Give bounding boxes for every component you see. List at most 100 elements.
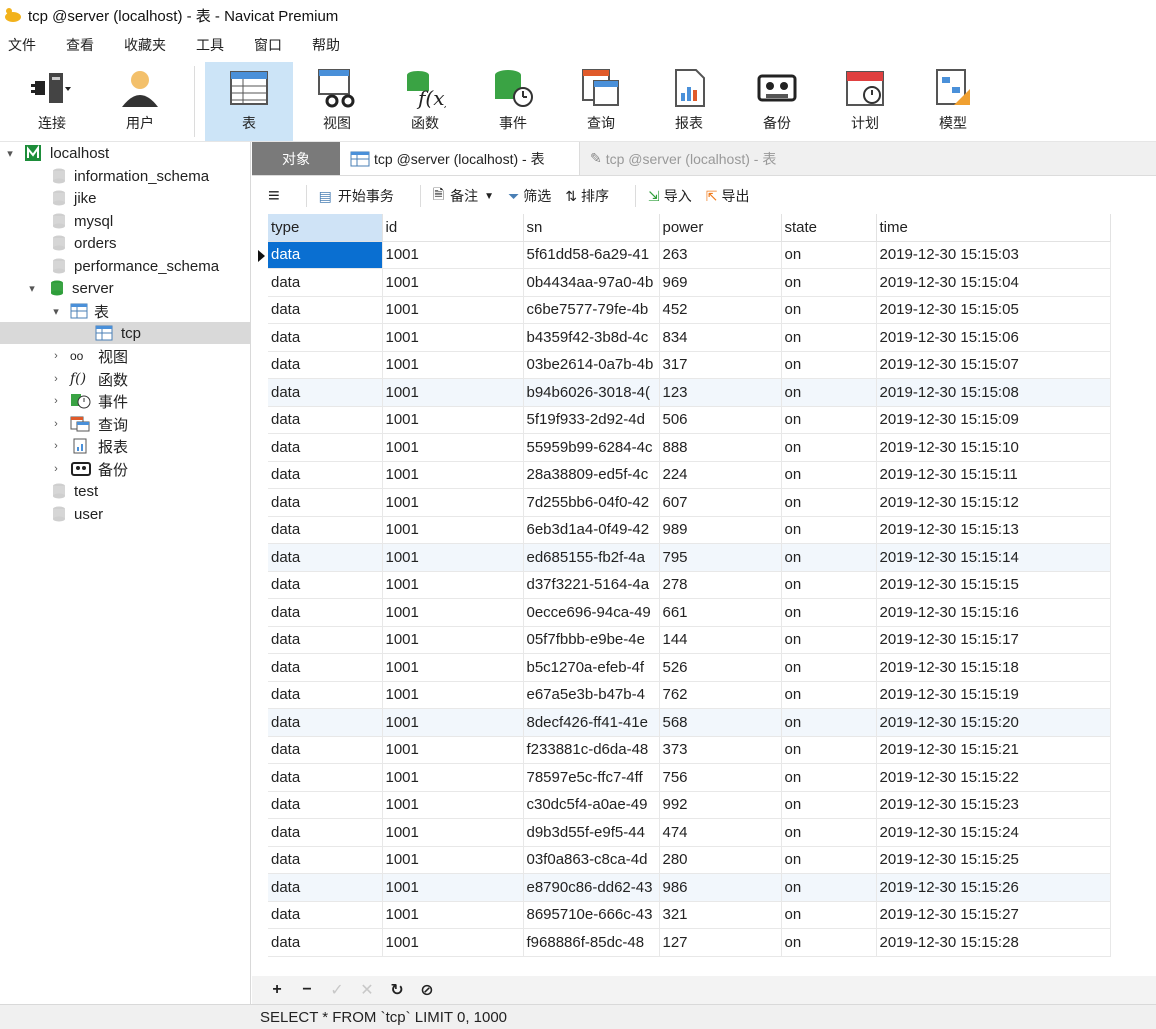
table-cell-state[interactable]: on <box>781 681 877 709</box>
table-cell-type[interactable]: data <box>268 653 383 682</box>
menu-view[interactable]: 查看 <box>66 35 108 55</box>
table-cell-id[interactable]: 1001 <box>382 626 524 654</box>
table-cell-sn[interactable]: f968886f-85dc-48 <box>523 928 660 957</box>
table-cell-sn[interactable]: f233881c-d6da-48 <box>523 736 660 764</box>
table-cell-id[interactable]: 1001 <box>382 681 524 709</box>
table-row[interactable]: data 1001 e8790c86-dd62-43 986 on 2019-12-30 … <box>268 873 1111 902</box>
table-cell-id[interactable]: 1001 <box>382 708 524 737</box>
table-cell-id[interactable]: 1001 <box>382 378 524 407</box>
table-row[interactable]: data 1001 0b4434aa-97a0-4b 969 on 2019-12-30 … <box>268 268 1111 297</box>
table-cell-time[interactable]: 2019-12-30 15:15:03 <box>876 241 1111 269</box>
table-cell-sn[interactable]: 5f61dd58-6a29-41 <box>523 241 660 269</box>
import-button[interactable]: ⇲ 导入 <box>648 186 692 206</box>
table-cell-type[interactable]: data <box>268 516 383 544</box>
table-cell-state[interactable]: on <box>781 873 877 902</box>
table-cell-state[interactable]: on <box>781 241 877 269</box>
table-cell-time[interactable]: 2019-12-30 15:15:07 <box>876 351 1111 379</box>
table-cell-state[interactable]: on <box>781 351 877 379</box>
tab-tcp-design[interactable]: ✎ tcp @server (localhost) - 表 <box>580 142 840 175</box>
table-cell-time[interactable]: 2019-12-30 15:15:14 <box>876 543 1111 572</box>
column-header-state[interactable]: state <box>781 214 877 242</box>
tree-connection-localhost[interactable]: ▾ localhost <box>0 142 250 164</box>
column-header-id[interactable]: id <box>382 214 524 242</box>
table-cell-id[interactable]: 1001 <box>382 763 524 792</box>
table-cell-id[interactable]: 1001 <box>382 873 524 902</box>
table-cell-type[interactable]: data <box>268 351 383 379</box>
table-cell-id[interactable]: 1001 <box>382 461 524 489</box>
tree-db-mysql[interactable]: mysql <box>0 210 250 232</box>
menu-tools[interactable]: 工具 <box>196 35 238 55</box>
tab-tcp-table[interactable]: tcp @server (localhost) - 表 <box>340 142 580 175</box>
table-cell-type[interactable]: data <box>268 818 383 847</box>
table-cell-power[interactable]: 888 <box>659 433 782 462</box>
chevron-right-icon[interactable]: › <box>50 418 62 430</box>
table-row[interactable]: data 1001 e67a5e3b-b47b-4 762 on 2019-12-30 1… <box>268 681 1111 709</box>
table-cell-id[interactable]: 1001 <box>382 736 524 764</box>
column-header-type[interactable]: type <box>268 214 383 242</box>
table-cell-time[interactable]: 2019-12-30 15:15:27 <box>876 901 1111 929</box>
table-cell-state[interactable]: on <box>781 818 877 847</box>
table-cell-id[interactable]: 1001 <box>382 791 524 819</box>
table-cell-time[interactable]: 2019-12-30 15:15:20 <box>876 708 1111 737</box>
table-row[interactable]: data 1001 d9b3d55f-e9f5-44 474 on 2019-12-30 … <box>268 818 1111 847</box>
table-cell-state[interactable]: on <box>781 928 877 957</box>
table-cell-time[interactable]: 2019-12-30 15:15:28 <box>876 928 1111 957</box>
table-row[interactable]: data 1001 7d255bb6-04f0-42 607 on 2019-12-30 … <box>268 488 1111 517</box>
tree-db-server[interactable]: ▾ server <box>0 277 250 299</box>
user-button[interactable]: 用户 <box>96 62 184 141</box>
table-cell-power[interactable]: 568 <box>659 708 782 737</box>
table-cell-type[interactable]: data <box>268 406 383 434</box>
table-cell-power[interactable]: 756 <box>659 763 782 792</box>
table-cell-state[interactable]: on <box>781 516 877 544</box>
table-cell-id[interactable]: 1001 <box>382 351 524 379</box>
table-cell-state[interactable]: on <box>781 543 877 572</box>
table-cell-time[interactable]: 2019-12-30 15:15:18 <box>876 653 1111 682</box>
table-cell-sn[interactable]: b5c1270a-efeb-4f <box>523 653 660 682</box>
table-cell-id[interactable]: 1001 <box>382 296 524 324</box>
table-cell-type[interactable]: data <box>268 708 383 737</box>
table-cell-time[interactable]: 2019-12-30 15:15:10 <box>876 433 1111 462</box>
table-cell-power[interactable]: 607 <box>659 488 782 517</box>
table-cell-sn[interactable]: 03f0a863-c8ca-4d <box>523 846 660 874</box>
table-row[interactable]: data 1001 d37f3221-5164-4a 278 on 2019-12-30 … <box>268 571 1111 599</box>
table-cell-power[interactable]: 526 <box>659 653 782 682</box>
table-cell-sn[interactable]: d37f3221-5164-4a <box>523 571 660 599</box>
table-cell-type[interactable]: data <box>268 846 383 874</box>
table-cell-sn[interactable]: 5f19f933-2d92-4d <box>523 406 660 434</box>
table-cell-power[interactable]: 278 <box>659 571 782 599</box>
table-cell-time[interactable]: 2019-12-30 15:15:23 <box>876 791 1111 819</box>
table-cell-sn[interactable]: 8decf426-ff41-41e <box>523 708 660 737</box>
table-cell-power[interactable]: 317 <box>659 351 782 379</box>
refresh-icon[interactable]: ↻ <box>382 980 412 1000</box>
table-cell-state[interactable]: on <box>781 461 877 489</box>
tree-node-views[interactable]: › oo 视图 <box>0 345 250 367</box>
table-row[interactable]: data 1001 c6be7577-79fe-4b 452 on 2019-12-30 … <box>268 296 1111 324</box>
table-cell-power[interactable]: 224 <box>659 461 782 489</box>
table-row[interactable]: data 1001 8decf426-ff41-41e 568 on 2019-12-30… <box>268 708 1111 737</box>
table-cell-type[interactable]: data <box>268 488 383 517</box>
table-row[interactable]: data 1001 6eb3d1a4-0f49-42 989 on 2019-12-30 … <box>268 516 1111 544</box>
function-button[interactable]: f(x) 函数 <box>381 62 469 141</box>
table-cell-time[interactable]: 2019-12-30 15:15:21 <box>876 736 1111 764</box>
table-cell-sn[interactable]: 55959b99-6284-4c <box>523 433 660 462</box>
table-cell-sn[interactable]: b94b6026-3018-4( <box>523 378 660 407</box>
table-cell-power[interactable]: 506 <box>659 406 782 434</box>
table-row[interactable]: data 1001 78597e5c-ffc7-4ff 756 on 2019-12-30… <box>268 763 1111 792</box>
tree-db-test[interactable]: test <box>0 480 250 502</box>
table-cell-state[interactable]: on <box>781 626 877 654</box>
table-cell-power[interactable]: 834 <box>659 323 782 352</box>
table-cell-time[interactable]: 2019-12-30 15:15:26 <box>876 873 1111 902</box>
table-cell-power[interactable]: 762 <box>659 681 782 709</box>
table-cell-id[interactable]: 1001 <box>382 571 524 599</box>
delete-record-icon[interactable]: − <box>292 981 322 999</box>
table-cell-id[interactable]: 1001 <box>382 846 524 874</box>
table-cell-type[interactable]: data <box>268 543 383 572</box>
column-header-power[interactable]: power <box>659 214 782 242</box>
table-cell-type[interactable]: data <box>268 598 383 627</box>
table-cell-id[interactable]: 1001 <box>382 241 524 269</box>
model-button[interactable]: 模型 <box>909 62 997 141</box>
table-cell-type[interactable]: data <box>268 763 383 792</box>
table-cell-power[interactable]: 969 <box>659 268 782 297</box>
table-cell-time[interactable]: 2019-12-30 15:15:16 <box>876 598 1111 627</box>
table-row[interactable]: data 1001 03be2614-0a7b-4b 317 on 2019-12-30 … <box>268 351 1111 379</box>
